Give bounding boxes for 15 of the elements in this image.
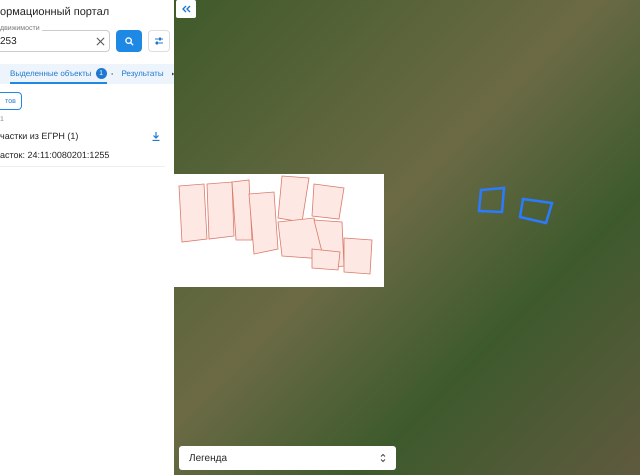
- download-icon[interactable]: [152, 132, 160, 140]
- search-icon: [124, 36, 134, 46]
- up-down-chevron-icon: [380, 453, 386, 463]
- filter-button[interactable]: [148, 30, 170, 52]
- group-title: частки из ЕГРН (1): [0, 131, 78, 141]
- clear-icon[interactable]: [96, 36, 105, 46]
- legend-select[interactable]: Легенда: [179, 446, 396, 470]
- sliders-icon: [154, 36, 164, 46]
- collapse-button[interactable]: [176, 0, 196, 18]
- double-chevron-icon: [181, 5, 191, 13]
- portal-title: ормационный портал: [0, 5, 110, 20]
- right-arrow-icon[interactable]: [172, 71, 174, 77]
- search-button[interactable]: [116, 30, 142, 52]
- parcel-item[interactable]: асток: 24:11:0080201:1255: [0, 150, 165, 167]
- tab[interactable]: Результаты: [121, 64, 164, 84]
